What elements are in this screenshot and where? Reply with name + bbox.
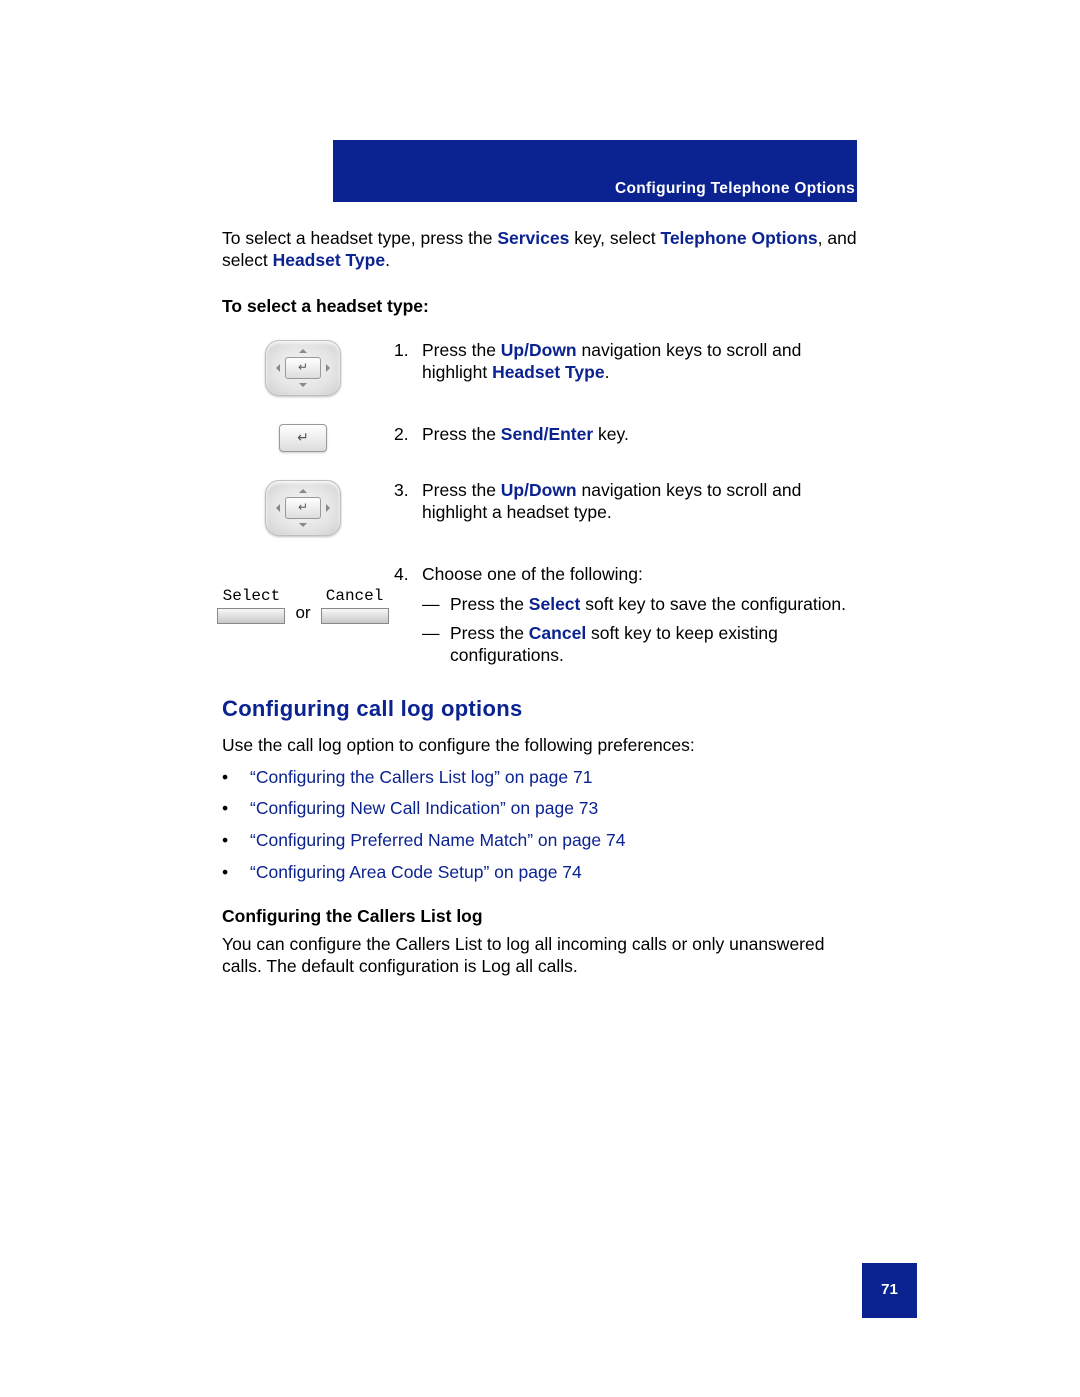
step-row: ↵ 3. Press the Up/Down navigation keys t… [222, 480, 860, 536]
document-page: Configuring Telephone Options To select … [0, 0, 1080, 1397]
step-number: 1. [394, 340, 422, 384]
list-item: •“Configuring Preferred Name Match” on p… [222, 830, 860, 852]
step-row: ↵ 2. Press the Send/Enter key. [222, 424, 860, 452]
page-content: To select a headset type, press the Serv… [222, 228, 860, 978]
icon-column: ↵ [222, 340, 384, 396]
icon-column: ↵ [222, 480, 384, 536]
navigation-pad-icon: ↵ [265, 480, 341, 536]
select-softkey: Select [217, 586, 285, 624]
list-item: •“Configuring Area Code Setup” on page 7… [222, 862, 860, 884]
text: Press the [422, 340, 501, 360]
page-number-box: 71 [862, 1263, 917, 1318]
paragraph: You can configure the Callers List to lo… [222, 934, 860, 978]
step-row: Select or Cancel 4. Choose one of the fo… [222, 564, 860, 668]
cross-reference-link[interactable]: “Configuring New Call Indication” on pag… [250, 798, 598, 820]
header-section-title: Configuring Telephone Options [505, 180, 855, 198]
select-label: Select [529, 594, 581, 614]
step-text: 4. Choose one of the following: — Press … [384, 564, 860, 668]
send-enter-label: Send/Enter [501, 424, 593, 444]
list-item: •“Configuring New Call Indication” on pa… [222, 798, 860, 820]
dash-bullet: — [422, 623, 450, 667]
text: . [385, 250, 390, 270]
cancel-label: Cancel [529, 623, 586, 643]
cross-reference-link[interactable]: “Configuring Preferred Name Match” on pa… [250, 830, 625, 852]
intro-paragraph: To select a headset type, press the Serv… [222, 228, 860, 272]
text: Press the [422, 424, 501, 444]
step-text: 3. Press the Up/Down navigation keys to … [384, 480, 860, 524]
text: Press the [450, 623, 529, 643]
text: To select a headset type, press the [222, 228, 497, 248]
step-text: 1. Press the Up/Down navigation keys to … [384, 340, 860, 384]
enter-glyph: ↵ [298, 500, 308, 515]
icon-column: Select or Cancel [222, 564, 384, 624]
updown-label: Up/Down [501, 340, 577, 360]
subsection-heading: Configuring the Callers List log [222, 906, 860, 928]
softkey-button-icon [217, 608, 285, 624]
telephone-options-label: Telephone Options [660, 228, 817, 248]
or-label: or [295, 602, 310, 623]
text: Press the [422, 480, 501, 500]
step-row: ↵ 1. Press the Up/Down navigation keys t… [222, 340, 860, 396]
text: Press the [450, 594, 529, 614]
text: . [605, 362, 610, 382]
bullet-icon: • [222, 830, 250, 852]
bullet-icon: • [222, 767, 250, 789]
step-number: 3. [394, 480, 422, 524]
step-text: 2. Press the Send/Enter key. [384, 424, 860, 446]
bullet-icon: • [222, 798, 250, 820]
services-key-label: Services [497, 228, 569, 248]
page-number: 71 [881, 1281, 898, 1300]
link-list: •“Configuring the Callers List log” on p… [222, 767, 860, 885]
section-heading: Configuring call log options [222, 695, 860, 723]
step-number: 2. [394, 424, 422, 446]
text: Choose one of the following: [422, 564, 860, 586]
icon-column: ↵ [222, 424, 384, 452]
headset-type-label: Headset Type [273, 250, 386, 270]
select-softkey-label: Select [223, 586, 281, 606]
procedure-heading: To select a headset type: [222, 296, 860, 318]
dash-bullet: — [422, 594, 450, 616]
text: soft key to save the configuration. [580, 594, 846, 614]
softkey-group: Select or Cancel [217, 586, 388, 624]
enter-glyph: ↵ [297, 429, 309, 447]
enter-key-icon: ↵ [279, 424, 327, 452]
headset-type-label: Headset Type [492, 362, 605, 382]
text: key, select [569, 228, 660, 248]
enter-glyph: ↵ [298, 360, 308, 375]
text: key. [593, 424, 629, 444]
cross-reference-link[interactable]: “Configuring Area Code Setup” on page 74 [250, 862, 582, 884]
cancel-softkey-label: Cancel [326, 586, 384, 606]
updown-label: Up/Down [501, 480, 577, 500]
list-item: •“Configuring the Callers List log” on p… [222, 767, 860, 789]
enter-key-icon: ↵ [285, 497, 321, 519]
section-description: Use the call log option to configure the… [222, 735, 860, 757]
step-number: 4. [394, 564, 422, 586]
softkey-button-icon [321, 608, 389, 624]
enter-key-icon: ↵ [285, 357, 321, 379]
cancel-softkey: Cancel [321, 586, 389, 624]
bullet-icon: • [222, 862, 250, 884]
navigation-pad-icon: ↵ [265, 340, 341, 396]
cross-reference-link[interactable]: “Configuring the Callers List log” on pa… [250, 767, 592, 789]
